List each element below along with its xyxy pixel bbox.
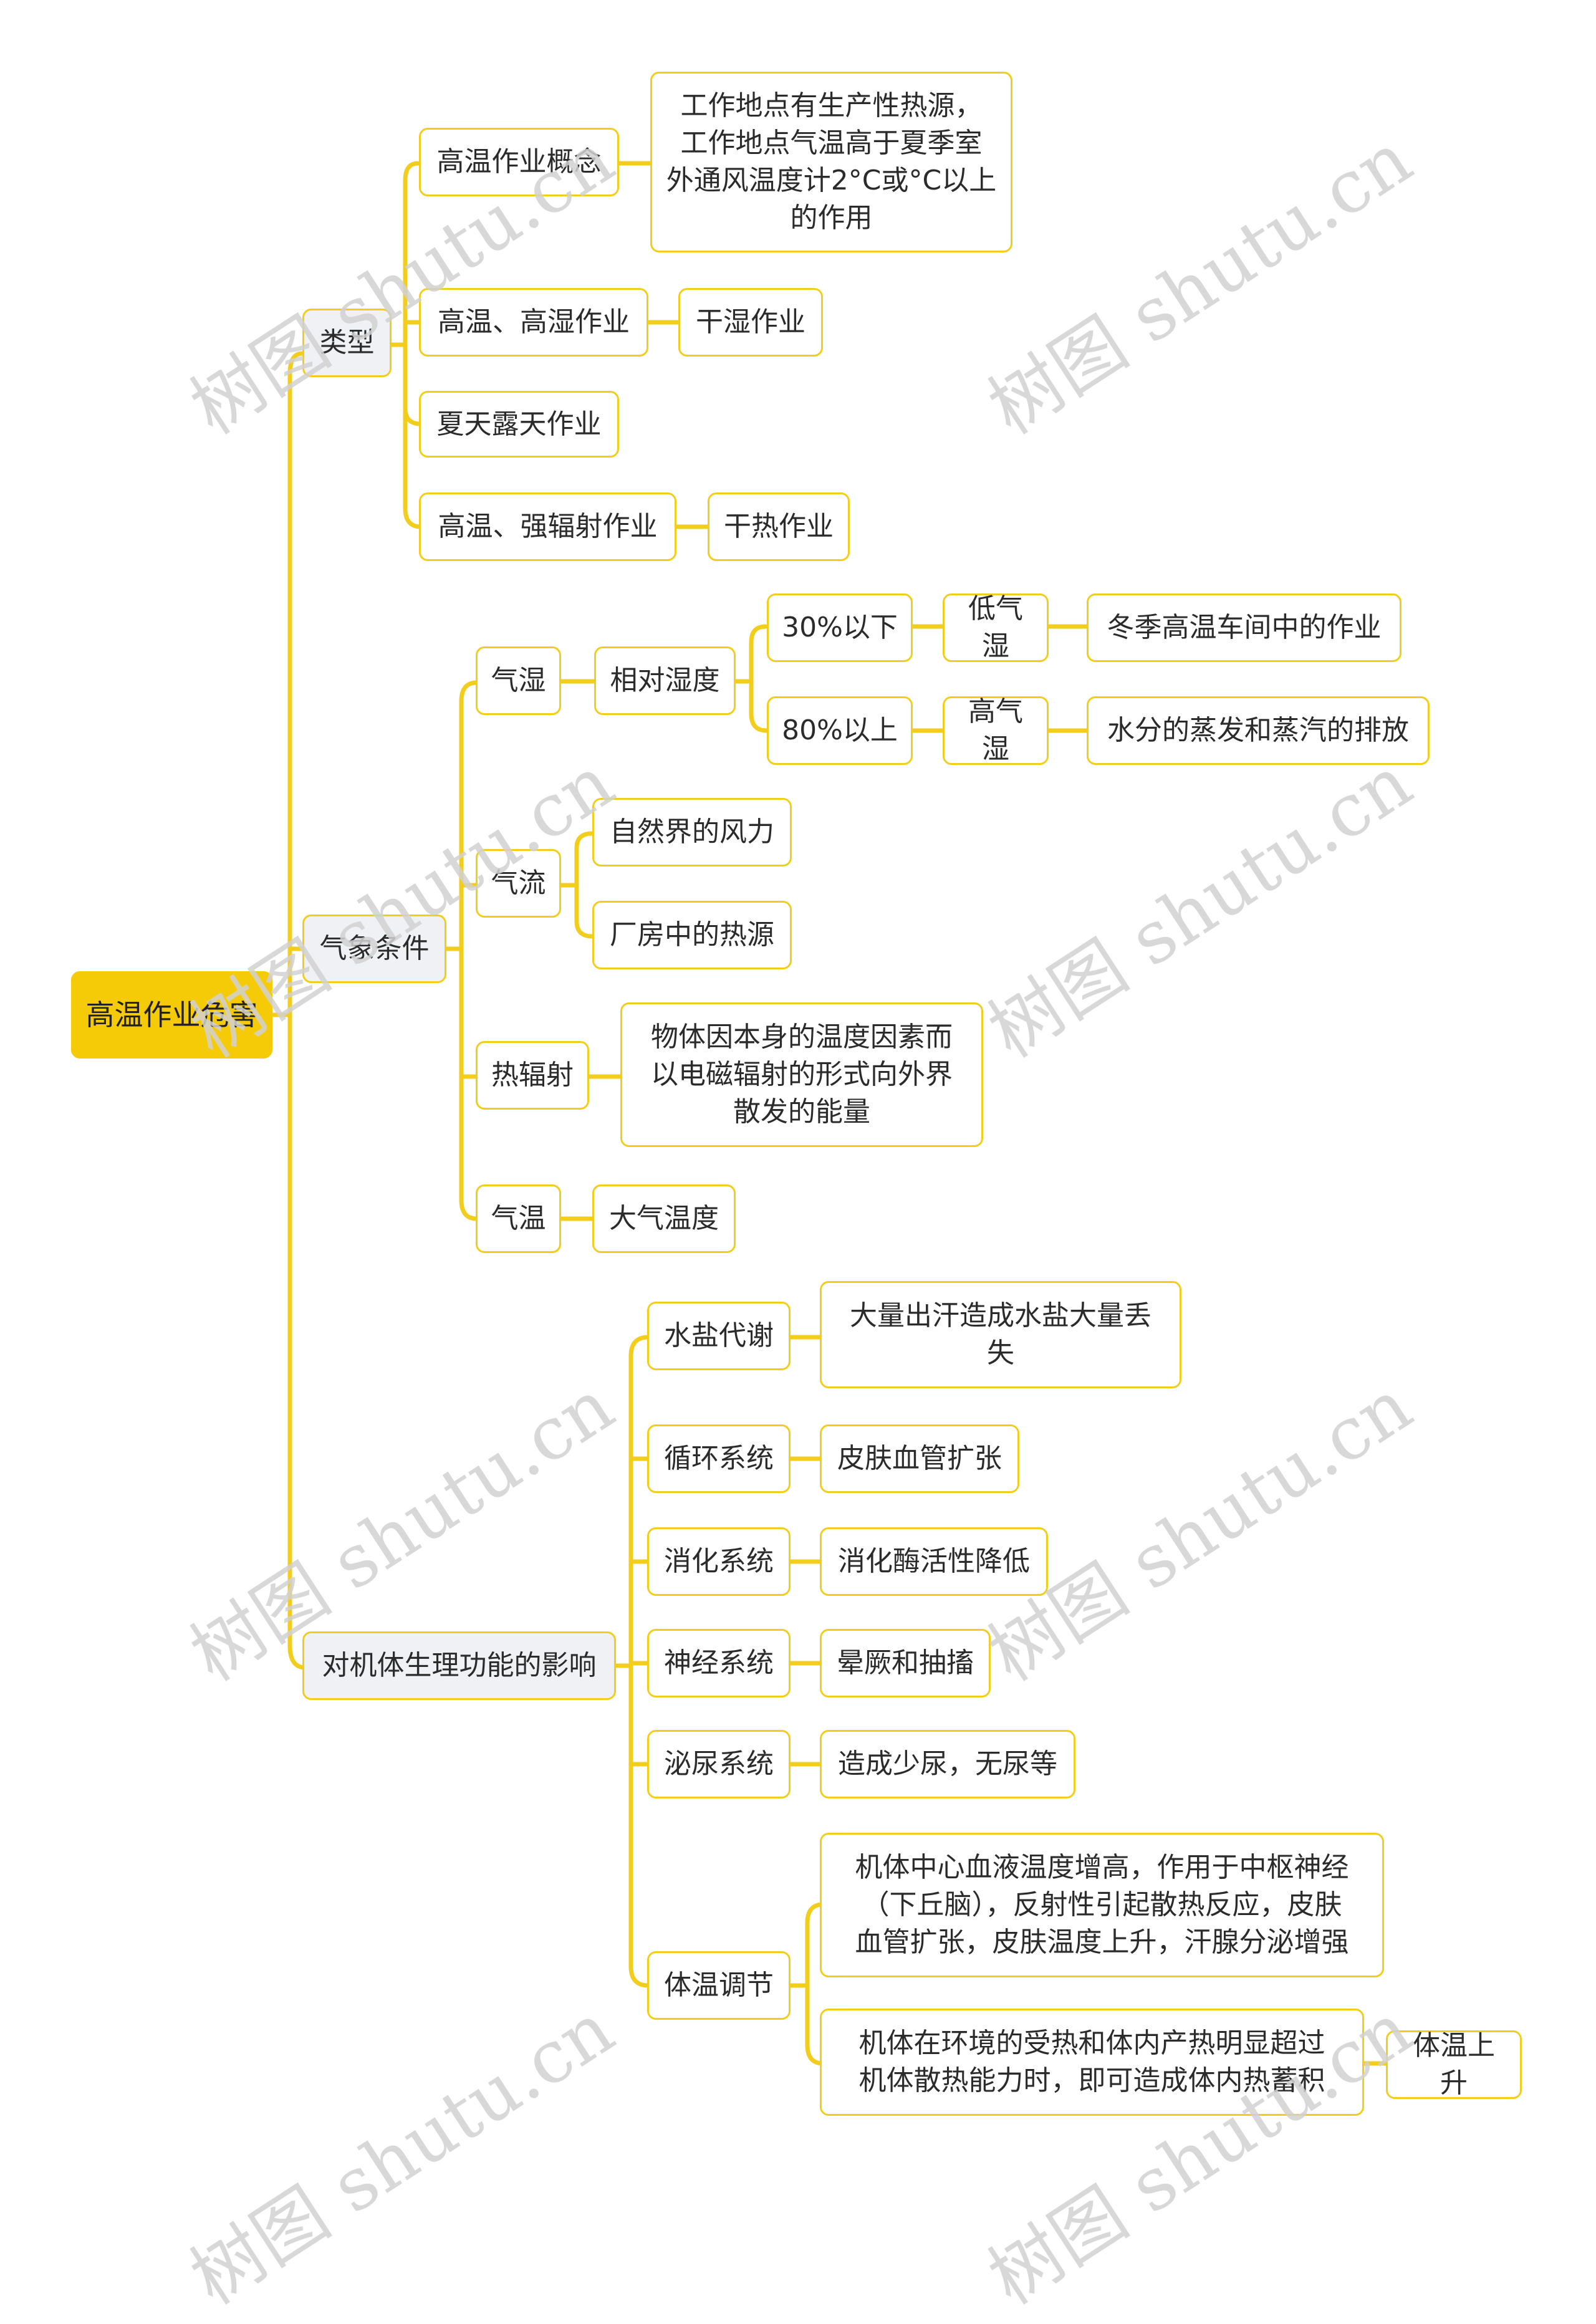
node-concept-detail[interactable]: 工作地点有生产性热源， 工作地点气温高于夏季室 外通风温度计2°C或°C以上 的… xyxy=(650,72,1012,252)
connector-weather-trunk xyxy=(459,680,479,1221)
node-water-salt[interactable]: 水盐代谢 xyxy=(647,1302,791,1370)
node-thermoregulation[interactable]: 体温调节 xyxy=(647,1951,791,2020)
node-oliguria[interactable]: 造成少尿，无尿等 xyxy=(820,1730,1075,1798)
node-evaporation[interactable]: 水分的蒸发和蒸汽的排放 xyxy=(1087,696,1430,765)
node-water-salt-desc[interactable]: 大量出汗造成水盐大量丢 失 xyxy=(820,1281,1181,1388)
node-dry-wet[interactable]: 干湿作业 xyxy=(678,288,823,357)
node-atmospheric-temp[interactable]: 大气温度 xyxy=(592,1184,736,1253)
connector-trunk xyxy=(287,351,308,1670)
root-node[interactable]: 高温作业危害 xyxy=(71,971,272,1059)
node-digestive[interactable]: 消化系统 xyxy=(647,1527,791,1596)
node-humidity[interactable]: 气湿 xyxy=(476,646,561,715)
node-heat-accumulation[interactable]: 机体在环境的受热和体内产热明显超过 机体散热能力时，即可造成体内热蓄积 xyxy=(820,2009,1364,2116)
category-weather[interactable]: 气象条件 xyxy=(302,915,446,983)
node-high-humid[interactable]: 高温、高湿作业 xyxy=(419,288,648,357)
node-factory-heat[interactable]: 厂房中的热源 xyxy=(592,901,792,969)
mind-map-canvas: 高温作业危害 类型 高温作业概念 工作地点有生产性热源， 工作地点气温高于夏季室… xyxy=(0,0,1596,2321)
node-winter-workshop[interactable]: 冬季高温车间中的作业 xyxy=(1087,593,1401,662)
node-relative-humidity[interactable]: 相对湿度 xyxy=(594,646,736,715)
connector-relative-trunk xyxy=(749,624,769,733)
node-airflow[interactable]: 气流 xyxy=(476,849,561,918)
node-heat-radiation[interactable]: 热辐射 xyxy=(476,1041,589,1110)
node-thermo-response[interactable]: 机体中心血液温度增高，作用于中枢神经 （下丘脑），反射性引起散热反应，皮肤 血管… xyxy=(820,1833,1384,1977)
connector-airflow-trunk xyxy=(574,831,595,939)
node-nervous[interactable]: 神经系统 xyxy=(647,1629,791,1697)
node-body-temp-rise[interactable]: 体温上升 xyxy=(1386,2030,1522,2099)
node-urinary[interactable]: 泌尿系统 xyxy=(647,1730,791,1798)
category-types[interactable]: 类型 xyxy=(302,309,392,377)
node-circulatory[interactable]: 循环系统 xyxy=(647,1424,791,1493)
node-above-80[interactable]: 80%以上 xyxy=(767,696,913,765)
node-natural-wind[interactable]: 自然界的风力 xyxy=(592,798,792,867)
node-concept[interactable]: 高温作业概念 xyxy=(419,128,619,196)
node-below-30[interactable]: 30%以下 xyxy=(767,593,913,662)
node-high-humidity[interactable]: 高气湿 xyxy=(943,696,1049,765)
node-low-humidity[interactable]: 低气湿 xyxy=(943,593,1049,662)
node-fainting[interactable]: 晕厥和抽搐 xyxy=(820,1629,991,1697)
node-vasodilation[interactable]: 皮肤血管扩张 xyxy=(820,1424,1019,1493)
node-dry-heat[interactable]: 干热作业 xyxy=(708,492,850,561)
node-summer-outdoor[interactable]: 夏天露天作业 xyxy=(419,391,619,458)
node-air-temperature[interactable]: 气温 xyxy=(476,1184,561,1253)
category-physiology[interactable]: 对机体生理功能的影响 xyxy=(302,1631,616,1700)
node-radiation-definition[interactable]: 物体因本身的温度因素而 以电磁辐射的形式向外界 散发的能量 xyxy=(620,1002,983,1147)
node-enzyme[interactable]: 消化酶活性降低 xyxy=(820,1527,1048,1596)
node-high-radiation[interactable]: 高温、强辐射作业 xyxy=(419,492,676,561)
